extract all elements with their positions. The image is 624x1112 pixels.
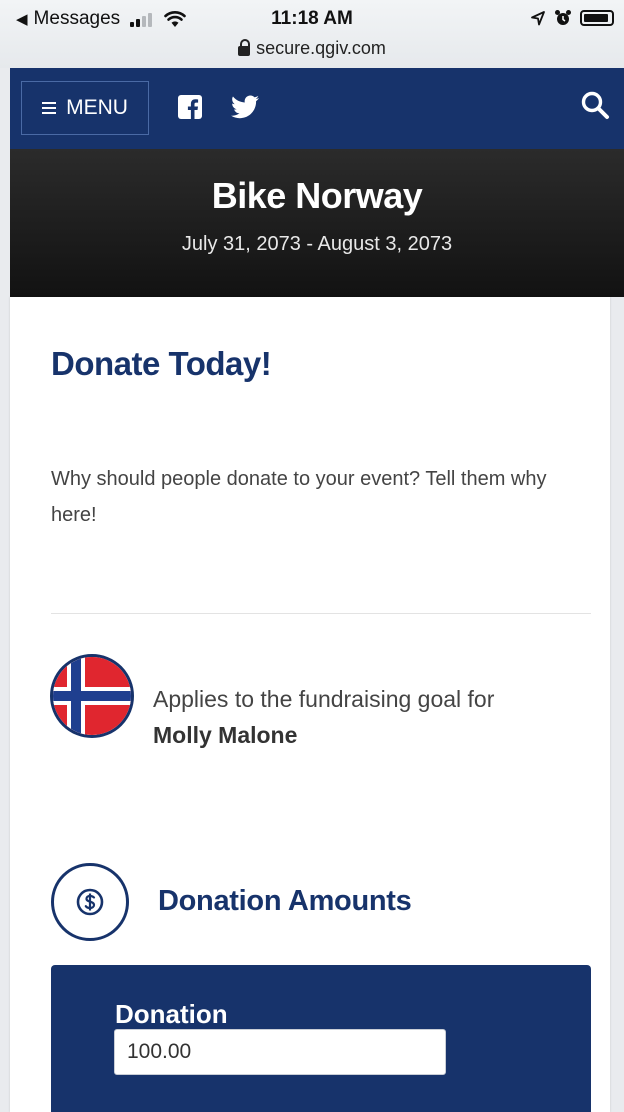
event-header: Bike Norway July 31, 2073 - August 3, 20… (10, 149, 624, 297)
search-icon[interactable] (580, 90, 610, 120)
status-bar: ◀ Messages 11:18 AM secure.qgiv.com (0, 0, 624, 68)
event-dates: July 31, 2073 - August 3, 2073 (181, 233, 453, 255)
alarm-icon (555, 10, 571, 25)
norway-flag-icon (53, 657, 131, 735)
fundraiser-avatar (50, 654, 134, 738)
donation-amount-panel: Donation (51, 965, 591, 1112)
twitter-icon[interactable] (231, 95, 259, 119)
donation-card: Donate Today! Why should people donate t… (10, 297, 610, 1112)
hamburger-icon (42, 102, 57, 114)
dollar-icon (51, 863, 129, 941)
battery-icon (580, 10, 614, 26)
divider (51, 613, 591, 614)
facebook-icon[interactable] (178, 95, 202, 119)
location-icon (531, 11, 545, 26)
goal-info: Applies to the fundraising goal for Moll… (153, 681, 494, 753)
lock-icon (238, 38, 251, 56)
goal-participant-name: Molly Malone (153, 722, 298, 748)
donate-description: Why should people donate to your event? … (51, 468, 547, 526)
goal-prefix: Applies to the fundraising goal for (153, 686, 495, 712)
donate-heading: Donate Today! (51, 345, 272, 382)
event-title: Bike Norway (211, 175, 423, 216)
status-icons (530, 9, 614, 27)
url-text: secure.qgiv.com (256, 38, 386, 58)
menu-button[interactable]: MENU (21, 81, 149, 135)
donation-amount-input[interactable] (114, 1029, 446, 1075)
address-bar[interactable]: secure.qgiv.com (0, 38, 624, 59)
donation-amounts-heading: Donation Amounts (158, 885, 412, 917)
site-navbar: MENU (10, 68, 624, 149)
menu-label: MENU (66, 96, 128, 119)
donation-label: Donation (115, 999, 228, 1029)
